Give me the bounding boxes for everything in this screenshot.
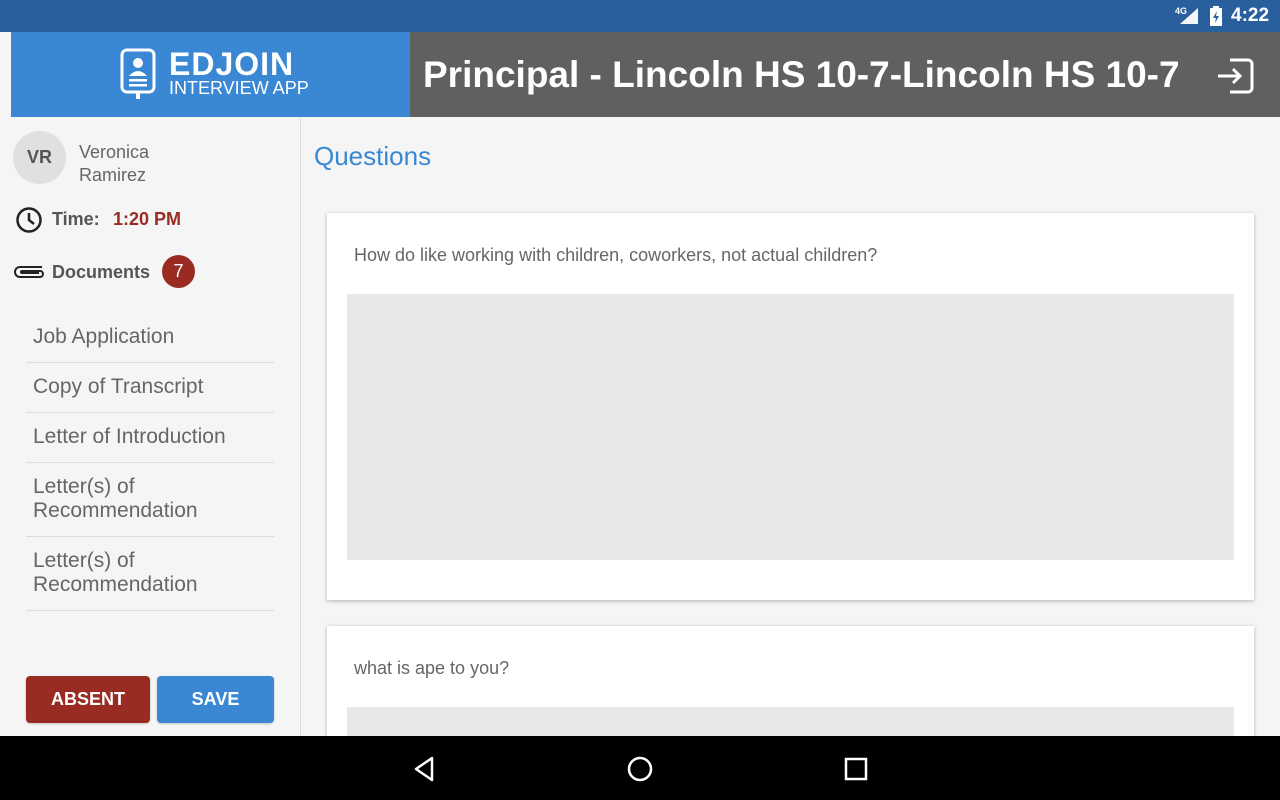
documents-count-badge: 7 xyxy=(162,255,195,288)
question-card: what is ape to you? xyxy=(327,626,1254,736)
document-item[interactable]: Copy of Transcript xyxy=(26,363,274,413)
status-time: 4:22 xyxy=(1231,5,1270,26)
answer-field[interactable] xyxy=(347,294,1234,560)
document-item[interactable]: Job Application xyxy=(26,313,274,363)
section-title: Questions xyxy=(314,141,432,171)
document-item[interactable]: Letter(s) of Recommendation xyxy=(26,463,274,537)
question-text: How do like working with children, cowor… xyxy=(354,245,878,265)
documents-label: Documents xyxy=(52,262,151,282)
paperclip-icon xyxy=(14,266,44,278)
questions-panel: Questions How do like working with child… xyxy=(301,117,1280,736)
save-button[interactable]: SAVE xyxy=(157,676,274,723)
back-icon[interactable] xyxy=(410,754,440,784)
app-header: EDJOIN INTERVIEW APP Principal - Lincoln… xyxy=(0,32,1280,117)
exit-icon[interactable] xyxy=(1216,56,1256,96)
status-bar: 4G 4:22 xyxy=(0,0,1280,32)
document-list: Job Application Copy of Transcript Lette… xyxy=(26,313,274,611)
app-logo: EDJOIN INTERVIEW APP xyxy=(11,32,410,117)
signal-icon xyxy=(1180,8,1198,24)
clock-icon xyxy=(16,207,42,233)
time-label: Time: xyxy=(52,209,100,229)
question-text: what is ape to you? xyxy=(354,658,510,678)
question-card: How do like working with children, cowor… xyxy=(327,213,1254,600)
recents-icon[interactable] xyxy=(841,754,871,784)
interview-time: 1:20 PM xyxy=(113,209,182,229)
candidate-last-name: Ramirez xyxy=(79,165,147,185)
document-item[interactable]: Letter of Introduction xyxy=(26,413,274,463)
document-item[interactable]: Letter(s) of Recommendation xyxy=(26,537,274,611)
candidate-sidebar: VR Veronica Ramirez Time: 1:20 PM Docume… xyxy=(0,117,301,736)
system-nav-bar xyxy=(0,736,1280,800)
avatar: VR xyxy=(13,131,66,184)
logo-title: EDJOIN xyxy=(169,46,295,82)
battery-charging-icon xyxy=(1210,6,1222,26)
absent-button[interactable]: ABSENT xyxy=(26,676,150,723)
home-icon[interactable] xyxy=(625,754,655,784)
answer-field[interactable] xyxy=(347,707,1234,736)
header-edge xyxy=(0,32,11,117)
page-title: Principal - Lincoln HS 10-7-Lincoln HS 1… xyxy=(423,54,1180,95)
candidate-first-name: Veronica xyxy=(79,142,150,162)
logo-subtitle: INTERVIEW APP xyxy=(169,78,309,98)
id-badge-icon xyxy=(120,48,156,99)
